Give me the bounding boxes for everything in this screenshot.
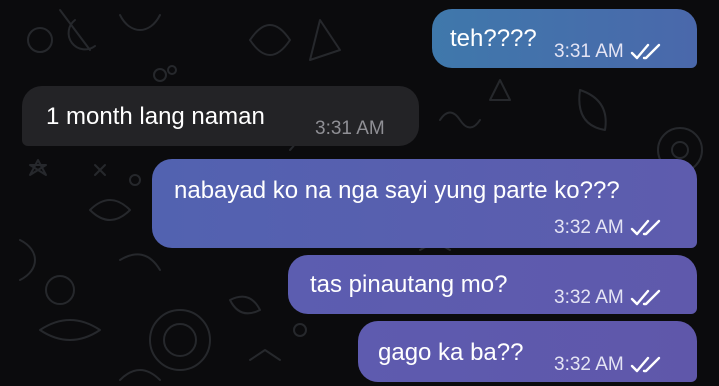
double-check-icon (630, 356, 660, 373)
message-text: nabayad ko na nga sayi yung parte ko??? (174, 177, 620, 204)
message-meta: 3:32 AM (554, 214, 664, 242)
message-bubble-outgoing[interactable]: teh???? 3:31 AM (432, 9, 697, 68)
message-text: teh???? (450, 25, 537, 52)
message-time: 3:32 AM (554, 354, 624, 375)
double-check-icon (630, 219, 660, 236)
double-check-icon (630, 43, 660, 60)
message-time: 3:32 AM (554, 287, 624, 308)
message-text: gago ka ba?? (378, 339, 524, 366)
message-time: 3:31 AM (315, 118, 385, 139)
message-meta: 3:32 AM (554, 351, 664, 379)
message-text: tas pinautang mo? (310, 271, 508, 298)
message-bubble-incoming[interactable]: 1 month lang naman 3:31 AM (22, 86, 419, 146)
double-check-icon (630, 289, 660, 306)
message-time: 3:31 AM (554, 41, 624, 62)
message-text: 1 month lang naman (46, 103, 265, 130)
message-bubble-outgoing[interactable]: tas pinautang mo? 3:32 AM (288, 255, 697, 314)
message-bubble-outgoing[interactable]: gago ka ba?? 3:32 AM (358, 321, 697, 382)
message-bubble-outgoing[interactable]: nabayad ko na nga sayi yung parte ko??? … (152, 159, 697, 248)
message-meta: 3:31 AM (554, 38, 664, 66)
message-time: 3:32 AM (554, 217, 624, 238)
message-meta: 3:32 AM (554, 284, 664, 312)
